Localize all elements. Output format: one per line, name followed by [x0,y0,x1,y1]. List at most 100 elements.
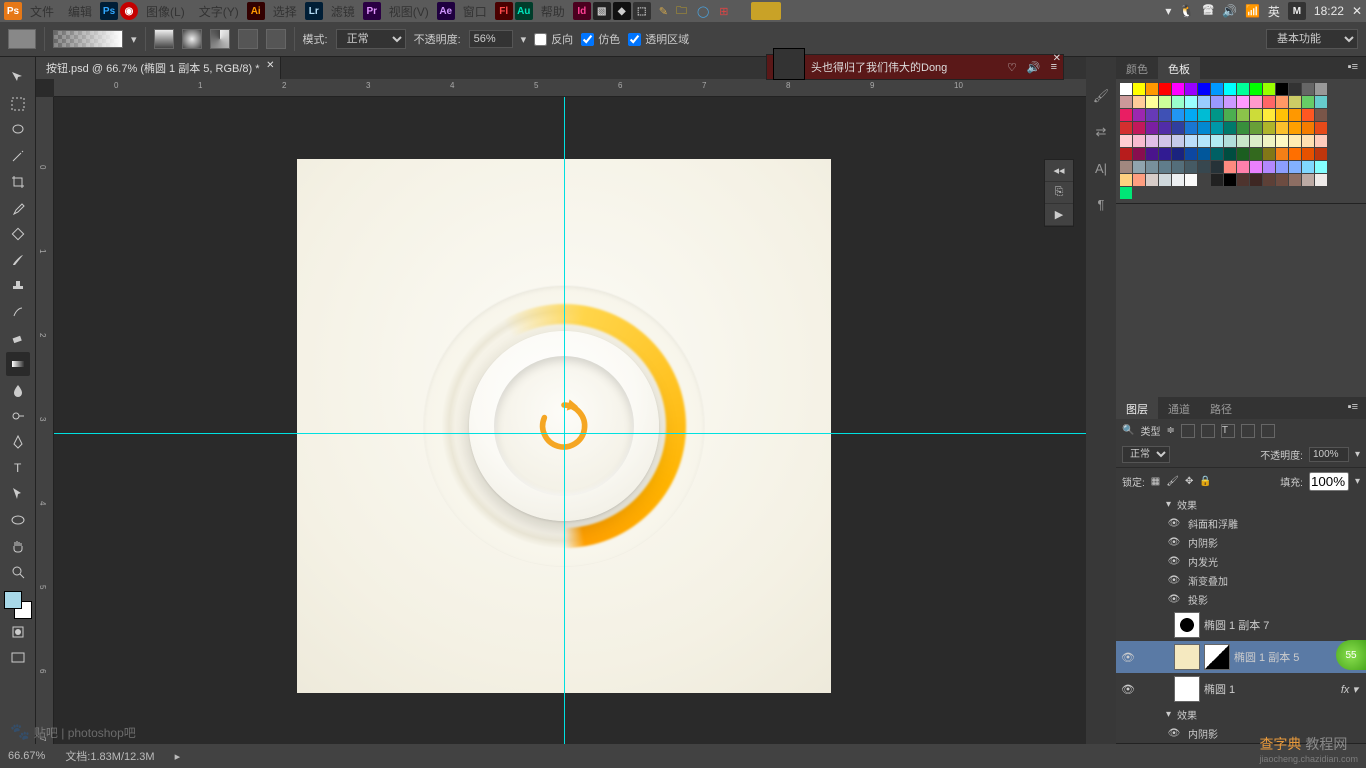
swatch[interactable] [1211,161,1223,173]
swatch[interactable] [1159,148,1171,160]
swatch[interactable] [1302,96,1314,108]
swatch[interactable] [1263,135,1275,147]
char-panel-icon[interactable]: A| [1092,159,1110,177]
visibility-icon[interactable]: 👁 [1120,683,1136,696]
clock[interactable]: 18:22 [1314,4,1344,18]
qq-tray-icon[interactable]: 🐧 [1179,4,1194,18]
opacity-chevron-icon[interactable]: ▾ [521,33,527,46]
gradient-radial-button[interactable] [182,29,202,49]
swatch[interactable] [1198,161,1210,173]
hand-tool[interactable] [6,534,30,558]
swatch[interactable] [1211,148,1223,160]
layer-row[interactable]: 椭圆 1 副本 7 [1116,609,1366,641]
canvas-viewport[interactable]: ◂◂ ⎘ ▶ [54,97,1086,744]
swatch[interactable] [1250,148,1262,160]
status-chevron-icon[interactable]: ▸ [175,750,181,763]
swatch[interactable] [1120,161,1132,173]
swatch[interactable] [1224,135,1236,147]
swatch[interactable] [1146,135,1158,147]
mini-collapse-icon[interactable]: ◂◂ [1045,160,1073,182]
screenmode-tool[interactable] [6,646,30,670]
layer-opacity-input[interactable] [1309,447,1349,462]
folder-icon[interactable]: 🗀 [676,2,687,21]
swatch[interactable] [1120,122,1132,134]
pr-icon[interactable]: Pr [363,2,381,20]
speaker-icon[interactable]: 🔊 [1027,61,1041,74]
swatch[interactable] [1211,174,1223,186]
reverse-checkbox[interactable]: 反向 [534,31,573,47]
swatch[interactable] [1289,83,1301,95]
swatch[interactable] [1159,83,1171,95]
menu-filter[interactable]: 滤镜 [325,1,361,22]
swatch[interactable] [1224,109,1236,121]
tab-close-icon[interactable]: ✕ [266,60,274,71]
swatch[interactable] [1302,135,1314,147]
filter-shape-icon[interactable] [1241,424,1255,438]
swatch[interactable] [1133,83,1145,95]
swatch[interactable] [1159,109,1171,121]
music-app-icon[interactable]: ◉ [120,2,138,20]
swatch[interactable] [1211,122,1223,134]
notif-close-icon[interactable]: ✕ [1053,53,1061,64]
quickmask-tool[interactable] [6,620,30,644]
swatch[interactable] [1185,174,1197,186]
swatch[interactable] [1146,148,1158,160]
dither-checkbox[interactable]: 仿色 [581,31,620,47]
heal-tool[interactable] [6,222,30,246]
swatch[interactable] [1185,83,1197,95]
menu-type[interactable]: 文字(Y) [193,1,245,22]
tab-swatches[interactable]: 色板 [1158,57,1200,79]
path-select-tool[interactable] [6,482,30,506]
pencil-icon[interactable]: ✎ [659,5,668,18]
ps-icon[interactable]: Ps [100,2,118,20]
dodge-tool[interactable] [6,404,30,428]
swatch[interactable] [1276,148,1288,160]
swatches-grid[interactable] [1116,79,1366,203]
swatch[interactable] [1120,135,1132,147]
guide-vertical[interactable] [564,97,565,744]
swatch[interactable] [1315,96,1327,108]
lock-position-icon[interactable]: ✥ [1185,476,1193,487]
swatch[interactable] [1133,148,1145,160]
swatch[interactable] [1263,109,1275,121]
ruler-horizontal[interactable]: 012345678910 [54,79,1086,97]
swatch[interactable] [1263,174,1275,186]
ae-icon[interactable]: Ae [437,2,455,20]
transparency-checkbox[interactable]: 透明区域 [628,31,689,47]
lock-all-icon[interactable]: 🔒 [1199,476,1211,487]
swatch[interactable] [1146,96,1158,108]
gradient-diamond-button[interactable] [266,29,286,49]
lock-transparency-icon[interactable]: ▦ [1151,476,1160,487]
swatch[interactable] [1302,148,1314,160]
globe-icon[interactable]: ◯ [697,5,709,18]
ai-icon[interactable]: Ai [247,2,265,20]
gradient-preview[interactable] [53,30,123,48]
swatch[interactable] [1159,135,1171,147]
swatch[interactable] [1146,83,1158,95]
swatch[interactable] [1276,83,1288,95]
swatch[interactable] [1211,135,1223,147]
menu-file[interactable]: 文件 [24,1,60,22]
swatch[interactable] [1198,122,1210,134]
swatch[interactable] [1237,174,1249,186]
swatch[interactable] [1159,122,1171,134]
menu-image[interactable]: 图像(L) [140,1,191,22]
swatch[interactable] [1276,174,1288,186]
tab-colors[interactable]: 颜色 [1116,57,1158,79]
fg-bg-colors[interactable] [4,591,32,619]
swatch[interactable] [1185,122,1197,134]
swatch[interactable] [1276,109,1288,121]
swatch[interactable] [1263,148,1275,160]
swatch[interactable] [1133,174,1145,186]
layer-row[interactable]: 👁 椭圆 1 fx ▾ [1116,673,1366,705]
swatch[interactable] [1237,161,1249,173]
swatch[interactable] [1198,148,1210,160]
workspace-select[interactable]: 基本功能 [1266,29,1358,49]
swatch[interactable] [1120,96,1132,108]
crop-tool[interactable] [6,170,30,194]
swatch[interactable] [1302,83,1314,95]
swatch[interactable] [1198,109,1210,121]
swatch[interactable] [1120,174,1132,186]
swatch[interactable] [1237,83,1249,95]
tray-app-1-icon[interactable]: ▧ [593,2,611,20]
